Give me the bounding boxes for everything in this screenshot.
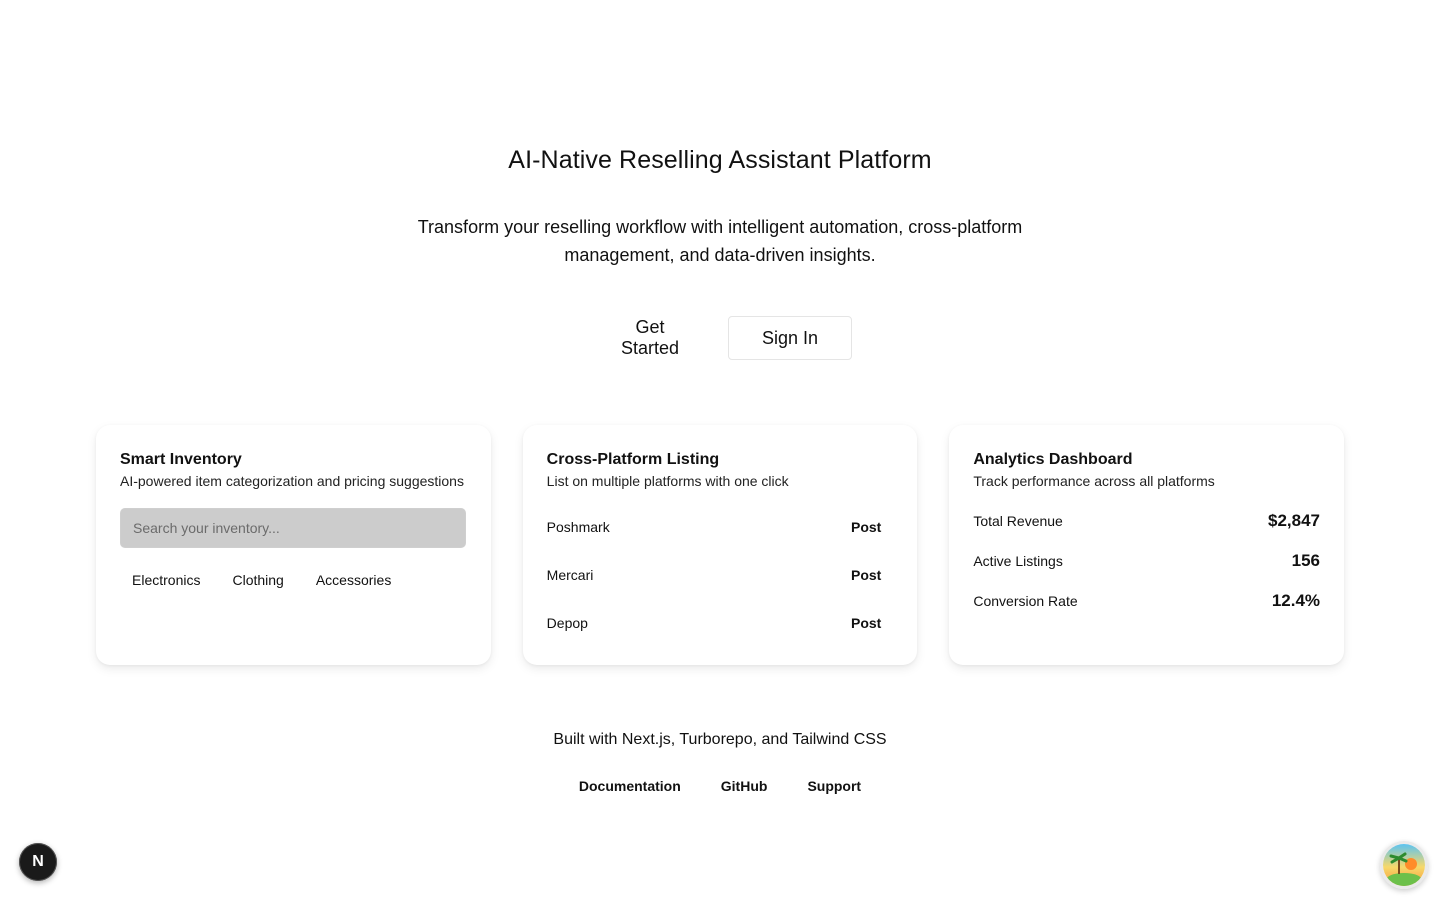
- sign-in-button[interactable]: Sign In: [728, 316, 852, 360]
- cross-platform-listing-card: Cross-Platform Listing List on multiple …: [522, 425, 918, 665]
- get-started-button[interactable]: Get Started: [588, 316, 712, 360]
- metric-value: 156: [1291, 551, 1321, 570]
- cta-row: Get Started Sign In: [0, 316, 1440, 360]
- metric-label: Total Revenue: [973, 513, 1063, 529]
- nextjs-logo-icon[interactable]: N: [19, 843, 57, 881]
- post-mercari-button[interactable]: Post: [851, 567, 881, 583]
- metric-conversion-rate: Conversion Rate 12.4%: [973, 581, 1320, 621]
- footer-links: Documentation GitHub Support: [0, 778, 1440, 794]
- post-poshmark-button[interactable]: Post: [851, 519, 881, 535]
- metrics-list: Total Revenue $2,847 Active Listings 156…: [973, 501, 1320, 621]
- smart-inventory-card: Smart Inventory AI-powered item categori…: [96, 425, 491, 665]
- card-title: Smart Inventory: [120, 451, 242, 468]
- metric-value: 12.4%: [1271, 591, 1321, 610]
- platform-row-poshmark: Poshmark Post: [547, 503, 894, 551]
- card-description: AI-powered item categorization and prici…: [120, 473, 464, 489]
- metric-active-listings: Active Listings 156: [973, 541, 1320, 581]
- tag-electronics[interactable]: Electronics: [120, 568, 212, 592]
- card-title: Analytics Dashboard: [973, 451, 1133, 468]
- platform-name: Poshmark: [546, 519, 610, 535]
- island-avatar-icon[interactable]: [1380, 841, 1428, 889]
- tag-clothing[interactable]: Clothing: [220, 568, 295, 592]
- feature-cards: Smart Inventory AI-powered item categori…: [96, 425, 1345, 665]
- documentation-link[interactable]: Documentation: [579, 778, 681, 794]
- metric-value: $2,847: [1268, 511, 1321, 530]
- github-link[interactable]: GitHub: [721, 778, 768, 794]
- analytics-dashboard-card: Analytics Dashboard Track performance ac…: [949, 425, 1345, 665]
- footer-note: Built with Next.js, Turborepo, and Tailw…: [553, 731, 887, 748]
- landing-page: AI-Native Reselling Assistant Platform T…: [0, 0, 1440, 900]
- platform-name: Depop: [546, 615, 588, 631]
- tag-accessories[interactable]: Accessories: [304, 568, 403, 592]
- platform-row-depop: Depop Post: [547, 599, 894, 647]
- card-description: Track performance across all platforms: [973, 473, 1215, 489]
- platform-list: Poshmark Post Mercari Post Depop Post: [547, 503, 894, 647]
- support-link[interactable]: Support: [807, 778, 861, 794]
- card-description: List on multiple platforms with one clic…: [546, 473, 789, 489]
- card-title: Cross-Platform Listing: [546, 451, 720, 468]
- platform-row-mercari: Mercari Post: [547, 551, 894, 599]
- hero-title: AI-Native Reselling Assistant Platform: [508, 146, 932, 174]
- metric-label: Active Listings: [973, 553, 1063, 569]
- post-depop-button[interactable]: Post: [851, 615, 881, 631]
- hero-subtitle: Transform your reselling workflow with i…: [417, 217, 1023, 265]
- avatar-image: [1383, 844, 1425, 886]
- next-badge-letter: N: [32, 853, 44, 870]
- platform-name: Mercari: [546, 567, 594, 583]
- inventory-search-input[interactable]: [120, 508, 466, 548]
- metric-total-revenue: Total Revenue $2,847: [973, 501, 1320, 541]
- metric-label: Conversion Rate: [973, 593, 1078, 609]
- category-tags: Electronics Clothing Accessories: [120, 568, 467, 592]
